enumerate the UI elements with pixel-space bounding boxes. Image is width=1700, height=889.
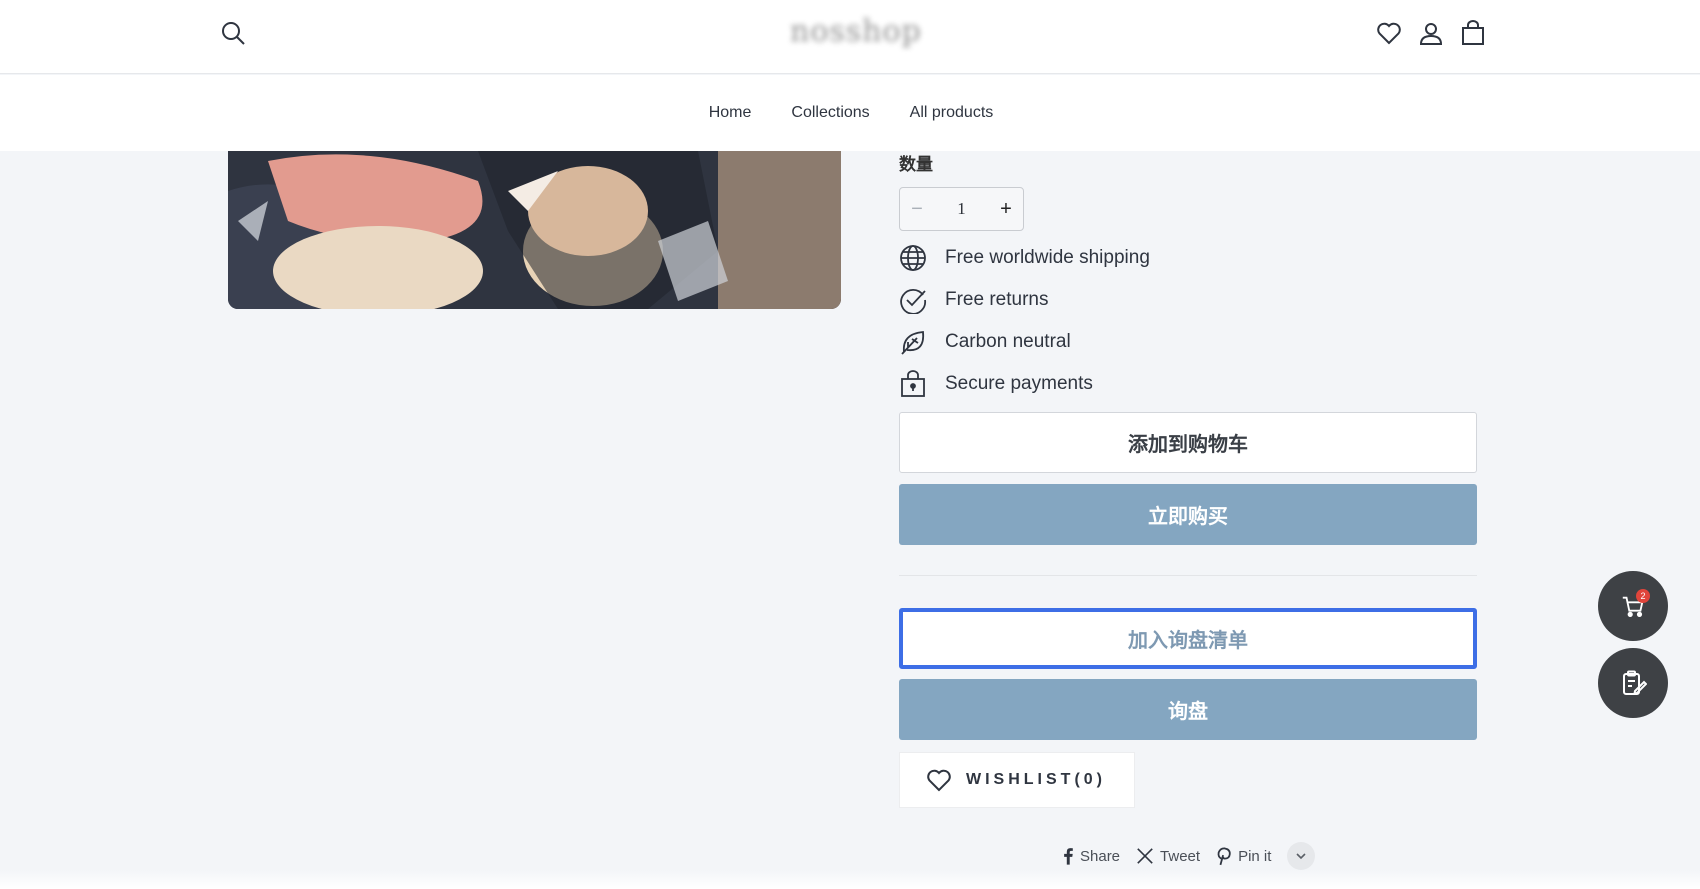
product-image[interactable] — [228, 151, 841, 309]
check-circle-icon — [900, 288, 927, 314]
floating-cart-button[interactable]: 2 — [1598, 571, 1668, 641]
share-twitter-link[interactable]: Tweet — [1136, 847, 1200, 865]
feature-label: Carbon neutral — [945, 331, 1071, 352]
wishlist-button[interactable]: WISHLIST(0) — [899, 752, 1135, 808]
feature-label: Secure payments — [945, 373, 1093, 394]
search-icon[interactable] — [220, 20, 246, 46]
site-header: nosshop — [0, 0, 1700, 74]
share-bar: Share Tweet Pin it — [1062, 842, 1316, 870]
pinterest-icon — [1217, 847, 1231, 866]
share-label: Pin it — [1238, 847, 1272, 865]
feature-secure: Secure payments — [899, 370, 1093, 398]
floating-inquiry-button[interactable] — [1598, 648, 1668, 718]
heart-icon — [927, 769, 951, 792]
quantity-increase-button[interactable]: + — [989, 198, 1023, 221]
chevron-down-icon — [1296, 853, 1306, 860]
share-label: Tweet — [1160, 847, 1201, 865]
feature-label: Free worldwide shipping — [945, 247, 1150, 268]
inquiry-button[interactable]: 询盘 — [899, 679, 1477, 740]
feature-label: Free returns — [945, 289, 1049, 310]
clipboard-edit-icon — [1623, 670, 1647, 695]
shopping-bag-icon[interactable] — [1460, 20, 1486, 46]
x-twitter-icon — [1137, 848, 1153, 864]
page-bottom-fade — [0, 870, 1700, 889]
share-label: Share — [1080, 847, 1121, 865]
nav-item-home[interactable]: Home — [709, 104, 752, 122]
nav-item-all-products[interactable]: All products — [910, 104, 994, 122]
feature-returns: Free returns — [899, 286, 1048, 314]
user-icon[interactable] — [1418, 20, 1444, 46]
quantity-label: 数量 — [899, 155, 933, 174]
divider — [899, 575, 1477, 576]
lock-bag-icon — [901, 370, 925, 397]
quantity-stepper: − 1 + — [899, 187, 1024, 231]
nav-item-collections[interactable]: Collections — [791, 104, 869, 122]
header-icons — [1376, 20, 1486, 46]
feature-shipping: Free worldwide shipping — [899, 244, 1150, 272]
cart-count-badge: 2 — [1636, 589, 1650, 603]
quantity-input[interactable]: 1 — [934, 199, 989, 219]
buy-now-button[interactable]: 立即购买 — [899, 484, 1477, 545]
add-to-inquiry-button[interactable]: 加入询盘清单 — [899, 608, 1477, 669]
share-facebook-link[interactable]: Share — [1062, 846, 1120, 866]
feature-carbon: Carbon neutral — [899, 328, 1071, 356]
wishlist-label: WISHLIST(0) — [966, 771, 1106, 788]
facebook-icon — [1064, 848, 1073, 865]
share-pinterest-link[interactable]: Pin it — [1216, 846, 1271, 866]
leaf-icon — [901, 331, 925, 355]
quantity-decrease-button[interactable]: − — [900, 198, 934, 221]
heart-icon[interactable] — [1376, 20, 1402, 46]
globe-icon — [900, 245, 926, 271]
add-to-cart-button[interactable]: 添加到购物车 — [899, 412, 1477, 473]
site-logo[interactable]: nosshop — [790, 14, 921, 50]
main-nav: Home Collections All products — [0, 75, 1700, 151]
share-more-button[interactable] — [1287, 842, 1316, 870]
